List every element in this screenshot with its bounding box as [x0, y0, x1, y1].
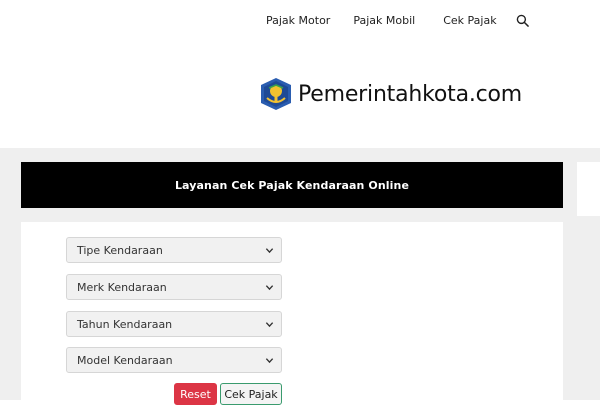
vehicle-model-select[interactable]: Model Kendaraan	[66, 347, 282, 373]
site-logo[interactable]: Pemerintahkota.com	[258, 76, 522, 112]
vehicle-year-select-value: Tahun Kendaraan	[77, 317, 173, 331]
chevron-down-icon	[265, 285, 274, 291]
reset-button[interactable]: Reset	[174, 383, 217, 405]
nav-link-cek-pajak[interactable]: Cek Pajak	[443, 14, 496, 27]
site-logo-text: Pemerintahkota.com	[298, 81, 523, 107]
cek-pajak-button[interactable]: Cek Pajak	[220, 383, 282, 405]
vehicle-model-select-value: Model Kendaraan	[77, 353, 173, 367]
vehicle-brand-select[interactable]: Merk Kendaraan	[66, 274, 282, 300]
page-title: Layanan Cek Pajak Kendaraan Online	[174, 178, 410, 192]
nav-link-pajak-mobil[interactable]: Pajak Mobil	[353, 14, 415, 27]
chevron-down-icon	[265, 322, 274, 328]
chevron-down-icon	[265, 248, 274, 254]
vehicle-tax-form: Tipe Kendaraan Merk Kendaraan Tahun Kend…	[21, 222, 563, 412]
sidebar-card	[577, 162, 600, 216]
nav-link-pajak-motor[interactable]: Pajak Motor	[266, 14, 330, 27]
government-emblem-icon	[261, 78, 291, 110]
main-nav: Pajak Motor Pajak Mobil Cek Pajak	[266, 12, 529, 28]
search-icon[interactable]	[516, 14, 529, 27]
vehicle-type-select-value: Tipe Kendaraan	[77, 243, 163, 257]
vehicle-year-select[interactable]: Tahun Kendaraan	[66, 311, 282, 337]
page-title-bar: Layanan Cek Pajak Kendaraan Online	[21, 162, 563, 208]
chevron-down-icon	[265, 358, 274, 364]
vehicle-type-select[interactable]: Tipe Kendaraan	[66, 237, 282, 263]
vehicle-brand-select-value: Merk Kendaraan	[77, 280, 167, 294]
site-header: Pajak Motor Pajak Mobil Cek Pajak Pemeri…	[0, 0, 600, 148]
